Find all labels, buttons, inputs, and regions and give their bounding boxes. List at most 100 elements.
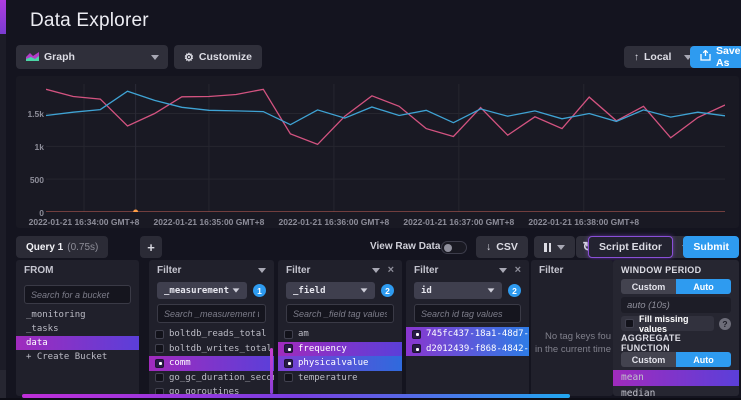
x-tick-label: 2022-01-21 16:36:00 GMT+8 bbox=[278, 217, 389, 227]
measurement-search-input[interactable] bbox=[157, 304, 266, 323]
chevron-down-icon bbox=[361, 288, 368, 292]
aggregate-function-title: AGGREGATE FUNCTION bbox=[621, 333, 731, 353]
nav-rail-active-indicator bbox=[0, 0, 6, 34]
download-icon: ↓ bbox=[486, 241, 491, 253]
filter-value-item-selected[interactable]: 745fc437-18a1-48d7-98a6-7... bbox=[406, 327, 529, 342]
checkbox-checked bbox=[412, 344, 421, 353]
x-tick-label: 2022-01-21 16:34:00 GMT+8 bbox=[29, 217, 140, 227]
filter-key-dropdown[interactable]: _field bbox=[286, 282, 375, 299]
gear-icon: ⚙ bbox=[184, 51, 194, 64]
query-builder: FROM _monitoring _tasks data + Create Bu… bbox=[0, 260, 741, 396]
checkbox bbox=[155, 330, 164, 339]
save-as-button[interactable]: Save As bbox=[690, 46, 741, 68]
toggle-knob bbox=[444, 244, 452, 252]
bucket-item-selected[interactable]: data bbox=[16, 336, 139, 350]
chevron-down-icon[interactable] bbox=[372, 268, 380, 273]
help-icon[interactable]: ? bbox=[719, 318, 731, 330]
view-type-dropdown[interactable]: Graph bbox=[16, 45, 168, 69]
submit-button[interactable]: Submit bbox=[683, 236, 739, 258]
selected-count-badge: 1 bbox=[253, 284, 266, 297]
create-bucket-button[interactable]: + Create Bucket bbox=[16, 350, 139, 364]
bucket-item[interactable]: _monitoring bbox=[16, 308, 139, 322]
filter-value-item[interactable]: boltdb_reads_total bbox=[149, 327, 274, 342]
y-tick-label: 500 bbox=[18, 175, 44, 185]
view-type-label: Graph bbox=[44, 51, 75, 63]
from-panel: FROM _monitoring _tasks data + Create Bu… bbox=[16, 260, 139, 396]
auto-option-active[interactable]: Auto bbox=[676, 352, 731, 367]
custom-option[interactable]: Custom bbox=[621, 352, 676, 367]
view-raw-data-label: View Raw Data bbox=[370, 241, 440, 252]
filter-value-item[interactable]: go_gc_duration_seconds bbox=[149, 371, 274, 386]
filter-value-item[interactable]: am bbox=[278, 327, 402, 342]
checkbox-checked bbox=[284, 344, 293, 353]
query-toolbar: Query 1 (0.75s) + View Raw Data ↓ CSV ↻ … bbox=[16, 236, 739, 260]
window-period-toggle[interactable]: Custom Auto bbox=[621, 279, 731, 294]
add-query-button[interactable]: + bbox=[140, 236, 162, 258]
filter-value-item-selected[interactable]: comm bbox=[149, 356, 274, 371]
query-tab[interactable]: Query 1 (0.75s) bbox=[16, 236, 108, 258]
empty-state-text: No tag keys fou in the current time bbox=[531, 330, 611, 356]
checkbox-checked bbox=[284, 359, 293, 368]
chevron-down-icon bbox=[151, 55, 159, 60]
filter-value-item-selected[interactable]: physicalvalue bbox=[278, 356, 402, 371]
filter-panel-empty: Filter No tag keys fou in the current ti… bbox=[531, 260, 613, 396]
chart-plot-area[interactable] bbox=[46, 84, 725, 212]
id-search-input[interactable] bbox=[414, 304, 521, 323]
csv-download-button[interactable]: ↓ CSV bbox=[476, 236, 528, 258]
auto-option-active[interactable]: Auto bbox=[676, 279, 731, 294]
filter-panel-id: Filter × id 2 745fc437-18a1-48d7-98a6-7.… bbox=[406, 260, 529, 396]
graph-icon bbox=[26, 51, 39, 64]
fill-missing-values-checkbox[interactable]: Fill missing values bbox=[621, 316, 714, 331]
checkbox bbox=[155, 344, 164, 353]
field-search-input[interactable] bbox=[286, 304, 394, 323]
y-tick-label: 0 bbox=[18, 208, 44, 218]
up-arrow-icon: ↑ bbox=[634, 52, 639, 63]
filter-panel-field: Filter × _field 2 am frequency physicalv… bbox=[278, 260, 402, 396]
filter-value-item[interactable]: boltdb_writes_total bbox=[149, 342, 274, 357]
x-tick-label: 2022-01-21 16:37:00 GMT+8 bbox=[403, 217, 514, 227]
window-period-value[interactable]: auto (10s) bbox=[621, 297, 731, 313]
script-editor-button[interactable]: Script Editor bbox=[588, 236, 673, 258]
from-panel-title: FROM bbox=[24, 265, 53, 276]
save-as-icon bbox=[700, 50, 711, 64]
filter-panel-measurement: Filter _measurement 1 boltdb_reads_total… bbox=[149, 260, 274, 396]
chevron-down-icon[interactable] bbox=[258, 268, 266, 273]
aggregate-function-toggle[interactable]: Custom Auto bbox=[621, 352, 731, 367]
y-tick-label: 1.5k bbox=[18, 109, 44, 119]
pause-icon bbox=[544, 243, 551, 252]
function-item-selected[interactable]: mean bbox=[613, 370, 739, 386]
custom-option[interactable]: Custom bbox=[621, 279, 676, 294]
x-tick-label: 2022-01-21 16:38:00 GMT+8 bbox=[528, 217, 639, 227]
selected-count-badge: 2 bbox=[508, 284, 521, 297]
vertical-scrollbar[interactable] bbox=[270, 348, 273, 394]
chevron-down-icon[interactable] bbox=[499, 268, 507, 273]
page-title: Data Explorer bbox=[30, 10, 149, 32]
checkbox bbox=[284, 330, 293, 339]
function-item[interactable]: median bbox=[613, 386, 739, 397]
y-tick-label: 1k bbox=[18, 142, 44, 152]
filter-key-dropdown[interactable]: _measurement bbox=[157, 282, 247, 299]
customize-button[interactable]: ⚙ Customize bbox=[174, 45, 262, 69]
checkbox bbox=[284, 373, 293, 382]
view-toolbar: Graph ⚙ Customize ↑ Local Save As bbox=[16, 45, 739, 71]
x-tick-label: 2022-01-21 16:35:00 GMT+8 bbox=[154, 217, 265, 227]
checkbox bbox=[625, 319, 634, 328]
checkbox-checked bbox=[155, 359, 164, 368]
pause-dropdown-button[interactable] bbox=[534, 236, 575, 258]
filter-value-item-selected[interactable]: d2012439-f868-4842-bfef-8... bbox=[406, 342, 529, 357]
view-raw-data-toggle[interactable] bbox=[441, 241, 467, 254]
chevron-down-icon bbox=[488, 288, 495, 292]
chevron-down-icon bbox=[557, 245, 565, 250]
close-icon[interactable]: × bbox=[515, 265, 521, 276]
bucket-item[interactable]: _tasks bbox=[16, 322, 139, 336]
filter-value-item-selected[interactable]: frequency bbox=[278, 342, 402, 357]
checkbox-checked bbox=[412, 330, 421, 339]
chevron-down-icon bbox=[233, 288, 240, 292]
filter-value-item[interactable]: temperature bbox=[278, 371, 402, 386]
close-icon[interactable]: × bbox=[388, 265, 394, 276]
checkbox bbox=[155, 373, 164, 382]
window-period-title: WINDOW PERIOD bbox=[621, 265, 701, 275]
bucket-search-input[interactable] bbox=[24, 285, 131, 304]
filter-key-dropdown[interactable]: id bbox=[414, 282, 502, 299]
options-panel: WINDOW PERIOD Custom Auto auto (10s) Fil… bbox=[613, 260, 739, 396]
